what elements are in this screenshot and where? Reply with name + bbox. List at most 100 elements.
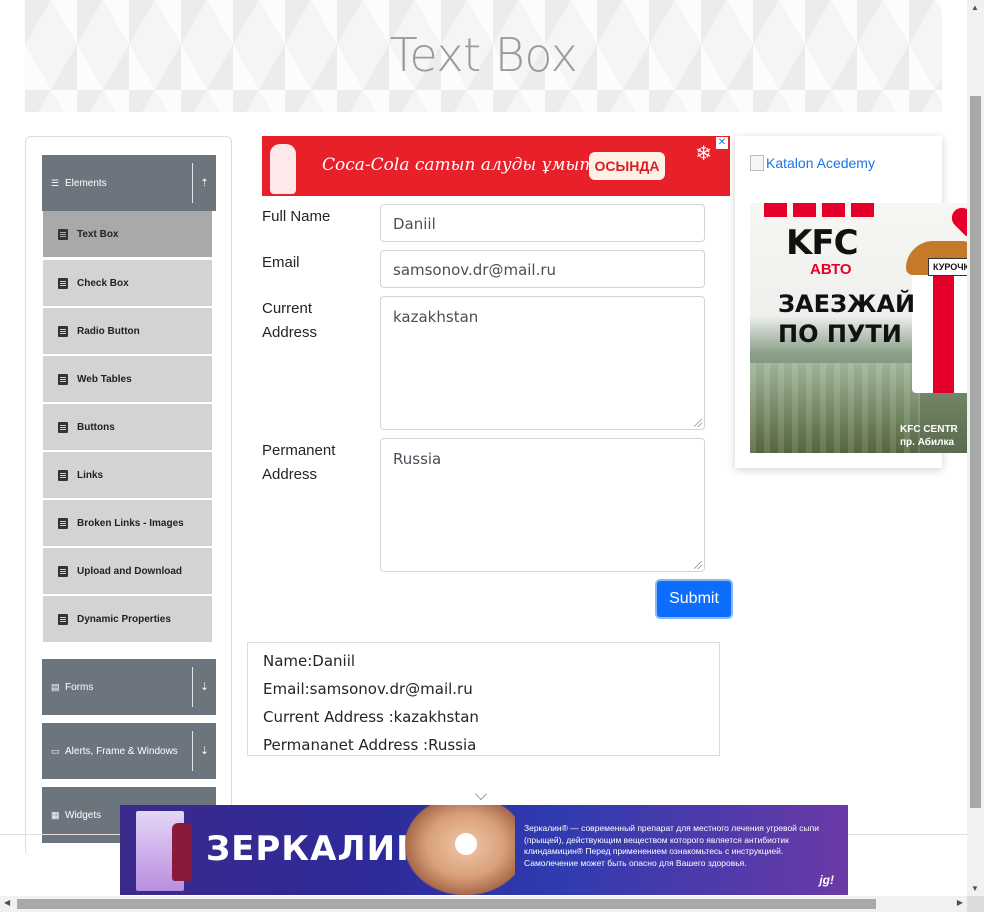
label-line: Address	[262, 466, 318, 483]
page-title: Text Box	[389, 28, 578, 82]
kfc-address: KFC CENTR пр. Абилка	[900, 423, 958, 449]
sidebar-item-label: Text Box	[77, 228, 119, 240]
sidebar-item-label: Buttons	[77, 421, 115, 433]
output-box: Name:Daniil Email:samsonov.dr@mail.ru Cu…	[247, 642, 720, 756]
sidebar: ☰ Elements ⇡ Text Box Check Box Radio Bu…	[25, 136, 232, 856]
html5-icon	[58, 277, 68, 289]
scroll-right-icon[interactable]: ▶	[957, 898, 963, 907]
html5-icon	[58, 325, 68, 337]
group-label: Elements	[65, 177, 107, 189]
page: Text Box ☰ Elements ⇡ Text Box Check Box…	[0, 0, 984, 912]
current-address-textarea[interactable]: kazakhstan	[380, 296, 705, 430]
group-label: Widgets	[65, 809, 102, 821]
current-address-label: Current Address	[262, 297, 317, 345]
chevron-down-icon[interactable]	[475, 788, 487, 800]
sidebar-group-elements[interactable]: ☰ Elements ⇡	[42, 155, 216, 211]
ad-badge: jg!	[819, 873, 834, 887]
group-label: Alerts, Frame & Windows	[65, 745, 178, 757]
cotton-pad-image	[455, 833, 477, 855]
sidebar-item-web-tables[interactable]: Web Tables	[43, 356, 212, 402]
sidebar-group-alerts[interactable]: ▭ Alerts, Frame & Windows ⇣	[42, 723, 216, 779]
slogan-line: ПО ПУТИ	[778, 320, 902, 348]
bucket-image	[906, 241, 967, 393]
label-line: Permanent	[262, 442, 336, 459]
permanent-address-textarea[interactable]: Russia	[380, 438, 705, 572]
html5-icon	[58, 565, 68, 577]
ad-description: Зеркалин® — современный препарат для мес…	[524, 823, 820, 868]
html5-icon	[58, 228, 68, 240]
sidebar-item-upload-download[interactable]: Upload and Download	[43, 548, 212, 594]
scroll-up-icon[interactable]: ▲	[971, 3, 979, 12]
sidebar-item-links[interactable]: Links	[43, 452, 212, 498]
ad-cta-button[interactable]: ОСЫНДА	[589, 152, 665, 180]
address-line: пр. Абилка	[900, 437, 955, 448]
horizontal-scrollbar[interactable]: ◀ ▶	[0, 896, 967, 912]
kfc-ad[interactable]: КУРОЧКИ KFC АВТО ЗАЕЗЖАЙ ПО ПУТИ KFC CEN…	[750, 203, 967, 453]
document-icon: ▤	[51, 681, 60, 692]
email-input[interactable]: samsonov.dr@mail.ru	[380, 250, 705, 288]
vertical-scrollbar[interactable]: ▲ ▼	[967, 0, 984, 896]
link-text: Katalon Acedemy	[766, 155, 875, 171]
sidebar-item-label: Dynamic Properties	[77, 613, 171, 625]
close-icon[interactable]: ✕	[716, 137, 728, 149]
kfc-stripes	[764, 203, 874, 217]
sidebar-item-check-box[interactable]: Check Box	[43, 260, 212, 306]
scrollbar-thumb[interactable]	[17, 899, 876, 909]
sidebar-item-label: Radio Button	[77, 325, 140, 337]
html5-icon	[58, 517, 68, 529]
output-permanent-address: Permananet Address :Russia	[263, 736, 477, 754]
kfc-tag: КУРОЧКИ	[928, 258, 967, 276]
expand-icon[interactable]: ⇣	[192, 667, 216, 707]
location-pin-icon	[947, 203, 967, 237]
slogan-line: ЗАЕЗЖАЙ	[778, 290, 916, 318]
address-line: KFC CENTR	[900, 424, 958, 435]
full-name-input[interactable]: Daniil	[380, 204, 705, 242]
resize-handle-icon[interactable]	[694, 419, 702, 427]
katalon-academy-link[interactable]: Katalon Acedemy	[750, 155, 875, 171]
bottle-image	[270, 144, 296, 194]
product-bottle-image	[172, 823, 192, 881]
html5-icon	[58, 373, 68, 385]
html5-icon	[58, 421, 68, 433]
scroll-down-icon[interactable]: ▼	[971, 884, 979, 893]
full-name-label: Full Name	[262, 208, 331, 225]
snowflake-icon: ❄	[695, 143, 712, 165]
coca-cola-ad[interactable]: Coca-Cola сатып алуды ұмытпа ОСЫНДА ❄ ✕	[262, 136, 730, 196]
sidebar-item-label: Check Box	[77, 277, 129, 289]
expand-icon[interactable]: ⇣	[192, 731, 216, 771]
kfc-sub: АВТО	[810, 261, 852, 278]
output-email: Email:samsonov.dr@mail.ru	[263, 680, 473, 698]
collapse-icon[interactable]: ⇡	[192, 163, 216, 203]
sidebar-item-radio-button[interactable]: Radio Button	[43, 308, 212, 354]
sidebar-item-buttons[interactable]: Buttons	[43, 404, 212, 450]
sidebar-item-label: Broken Links - Images	[77, 517, 184, 529]
html5-icon	[58, 613, 68, 625]
scrollbar-corner	[967, 896, 984, 912]
sidebar-item-broken-links[interactable]: Broken Links - Images	[43, 500, 212, 546]
sidebar-item-text-box[interactable]: Text Box	[43, 211, 212, 257]
group-label: Forms	[65, 681, 94, 693]
email-label: Email	[262, 254, 300, 271]
grid-icon: ▦	[51, 809, 60, 820]
label-line: Address	[262, 324, 318, 341]
label-line: Current	[262, 300, 313, 317]
sidebar-group-forms[interactable]: ▤ Forms ⇣	[42, 659, 216, 715]
output-current-address: Current Address :kazakhstan	[263, 708, 479, 726]
ad-text: Coca-Cola сатып алуды ұмытпа	[322, 155, 617, 175]
window-icon: ▭	[51, 745, 60, 756]
zerkalin-ad[interactable]: ЗЕРКАЛИН® Зеркалин® — современный препар…	[120, 805, 848, 895]
submit-button[interactable]: Submit	[655, 579, 733, 619]
sidebar-item-dynamic-properties[interactable]: Dynamic Properties	[43, 596, 212, 642]
sidebar-item-label: Upload and Download	[77, 565, 182, 577]
broken-image-icon	[750, 155, 764, 171]
page-banner: Text Box	[25, 0, 942, 112]
hamburger-icon: ☰	[51, 177, 60, 188]
sidebar-item-label: Web Tables	[77, 373, 132, 385]
textarea-value: Russia	[393, 450, 442, 468]
scroll-left-icon[interactable]: ◀	[4, 898, 10, 907]
textarea-value: kazakhstan	[393, 308, 479, 326]
output-name: Name:Daniil	[263, 652, 356, 670]
resize-handle-icon[interactable]	[694, 561, 702, 569]
scrollbar-thumb[interactable]	[970, 96, 981, 808]
permanent-address-label: Permanent Address	[262, 439, 335, 487]
